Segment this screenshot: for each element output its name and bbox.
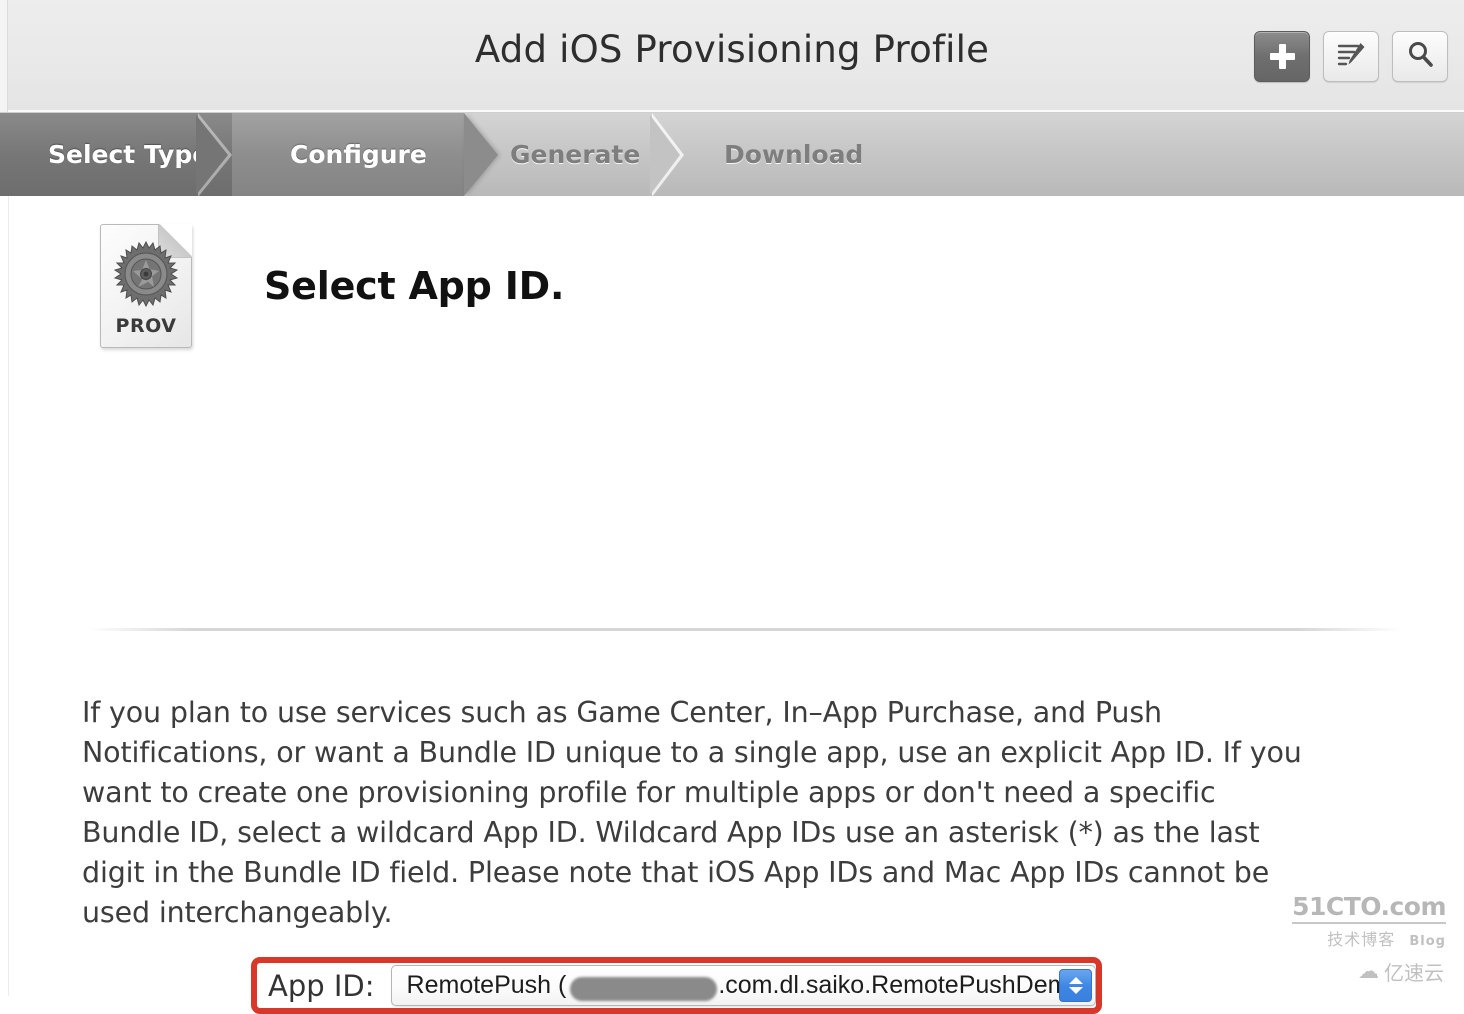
step-label: Select Type bbox=[48, 140, 210, 169]
description-paragraph: If you plan to use services such as Game… bbox=[82, 696, 1302, 929]
app-id-highlight-box: App ID: RemotePush ( .com.dl.saiko.Remote… bbox=[251, 957, 1102, 1014]
plus-icon bbox=[1269, 44, 1295, 69]
wizard-step-breadcrumb: Select Type Configure Generate Download bbox=[0, 113, 1464, 196]
page-title: Add iOS Provisioning Profile bbox=[474, 28, 990, 71]
cloud-icon: ☁ bbox=[1358, 960, 1379, 983]
gear-icon bbox=[112, 240, 180, 308]
step-configure[interactable]: Configure bbox=[232, 113, 464, 196]
step-label: Configure bbox=[290, 140, 427, 169]
search-icon bbox=[1406, 40, 1434, 73]
step-download[interactable]: Download bbox=[696, 113, 936, 196]
edit-button[interactable] bbox=[1323, 31, 1379, 82]
add-button[interactable] bbox=[1254, 31, 1310, 82]
app-id-value-suffix: .com.dl.saiko.RemotePushDemo) bbox=[718, 971, 1091, 999]
chevron-down-icon bbox=[1068, 987, 1083, 994]
window-titlebar: Add iOS Provisioning Profile bbox=[0, 0, 1464, 113]
section-title: Select App ID. bbox=[264, 264, 565, 308]
step-separator-chevron-icon bbox=[196, 113, 232, 196]
redaction-bar bbox=[569, 977, 717, 1001]
watermark-primary-text: 51CTO.com bbox=[1292, 892, 1446, 924]
search-button[interactable] bbox=[1392, 31, 1448, 82]
app-id-label: App ID: bbox=[268, 968, 375, 1003]
watermark-blog-text: Blog bbox=[1409, 934, 1446, 949]
step-label: Download bbox=[724, 140, 864, 169]
section-divider bbox=[88, 628, 1402, 631]
watermark-primary-subtext: 技术博客 Blog bbox=[1327, 930, 1446, 949]
watermark-51cto: 51CTO.com 技术博客 Blog bbox=[1292, 892, 1446, 950]
chevron-up-icon bbox=[1068, 977, 1083, 984]
up-down-chevron-icon[interactable] bbox=[1059, 969, 1092, 1002]
app-id-select[interactable]: RemotePush ( .com.dl.saiko.RemotePushDemo… bbox=[390, 965, 1096, 1006]
edit-list-pencil-icon bbox=[1336, 40, 1366, 73]
step-label: Generate bbox=[510, 140, 641, 169]
provisioning-profile-document-icon: PROV bbox=[100, 224, 192, 348]
provisioning-profile-window: Add iOS Provisioning Profile Select Type… bbox=[0, 0, 1464, 1014]
main-content: PROV Select App ID. If you plan to use s… bbox=[0, 196, 1464, 1014]
document-icon-caption: PROV bbox=[115, 315, 177, 337]
toolbar bbox=[1254, 31, 1448, 82]
app-id-value-prefix: RemotePush ( bbox=[406, 971, 567, 999]
watermark-yisu: ☁ 亿速云 bbox=[1358, 957, 1444, 986]
content-left-edge bbox=[0, 196, 9, 996]
step-separator-chevron-icon bbox=[650, 113, 684, 196]
watermark-secondary-text: 亿速云 bbox=[1384, 961, 1444, 985]
section-header: PROV Select App ID. bbox=[100, 224, 564, 348]
